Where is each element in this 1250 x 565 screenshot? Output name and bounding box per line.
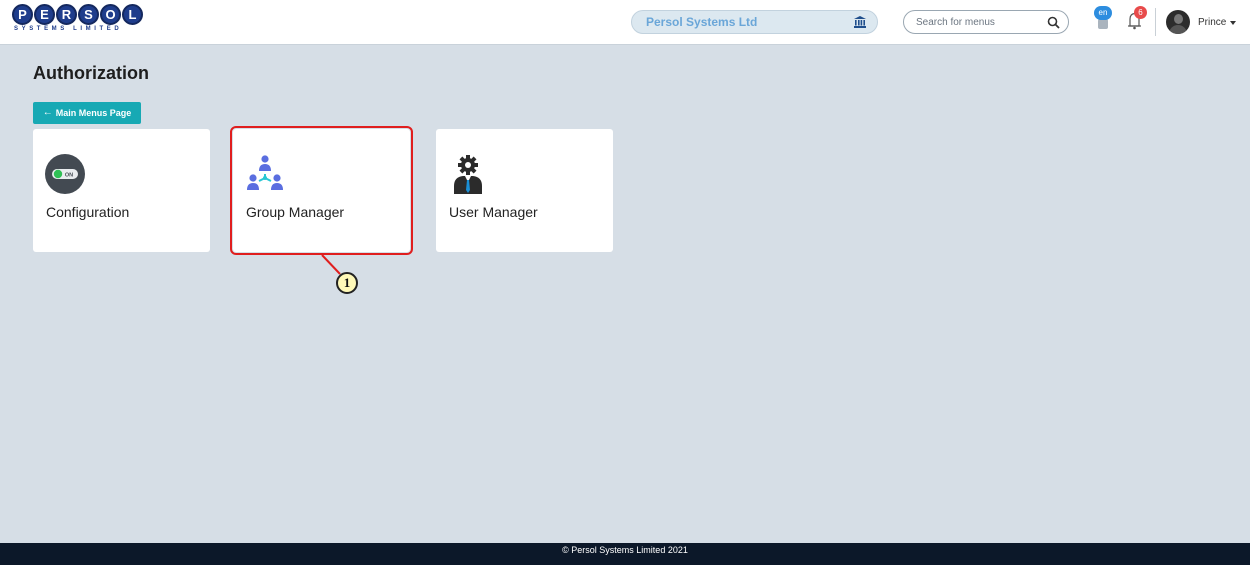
- logo-letter: P: [12, 4, 33, 25]
- main-menus-page-button[interactable]: ← Main Menus Page: [33, 102, 141, 124]
- user-manager-label: User Manager: [449, 204, 538, 220]
- bank-icon: [854, 16, 866, 28]
- user-gear-icon: [454, 155, 482, 194]
- callout-connector: [321, 254, 341, 275]
- group-manager-card[interactable]: Group Manager: [230, 126, 413, 255]
- logo-letter: R: [56, 4, 77, 25]
- logo-subtitle: SYSTEMS LIMITED: [14, 26, 123, 32]
- user-menu[interactable]: Prince: [1166, 10, 1246, 36]
- notifications-button[interactable]: 6: [1124, 6, 1148, 32]
- logo-letter: L: [122, 4, 143, 25]
- search-icon[interactable]: [1047, 16, 1060, 29]
- configuration-card[interactable]: ON Configuration: [33, 129, 210, 252]
- user-manager-card[interactable]: User Manager: [436, 129, 613, 252]
- configuration-label: Configuration: [46, 204, 130, 220]
- company-selector[interactable]: Persol Systems Ltd: [631, 10, 878, 34]
- avatar: [1166, 10, 1190, 34]
- group-network-icon: [247, 155, 283, 190]
- main-menus-page-label: Main Menus Page: [55, 108, 132, 118]
- translate-icon: [1098, 19, 1108, 29]
- top-navbar: P E R S O L SYSTEMS LIMITED Persol Syste…: [0, 0, 1250, 45]
- language-button[interactable]: en: [1092, 6, 1114, 32]
- logo-letter: E: [34, 4, 55, 25]
- group-manager-label: Group Manager: [246, 204, 345, 220]
- company-name: Persol Systems Ltd: [646, 15, 758, 29]
- toggle-on-icon: ON: [45, 154, 85, 194]
- persol-logo[interactable]: P E R S O L SYSTEMS LIMITED: [12, 4, 162, 38]
- caret-down-icon: [1230, 21, 1236, 25]
- footer: © Persol Systems Limited 2021: [0, 543, 1250, 565]
- notification-count-badge: 6: [1134, 6, 1147, 19]
- callout-badge: 1: [336, 272, 358, 294]
- arrow-left-icon: ←: [42, 107, 53, 118]
- navbar-divider: [1155, 8, 1156, 36]
- page-title: Authorization: [33, 63, 149, 83]
- menu-search: [903, 10, 1069, 34]
- logo-letters: P E R S O L: [12, 4, 162, 25]
- logo-letter: O: [100, 4, 121, 25]
- user-name: Prince: [1198, 17, 1227, 28]
- language-badge: en: [1094, 6, 1112, 20]
- logo-letter: S: [78, 4, 99, 25]
- search-input[interactable]: [916, 15, 1036, 29]
- toggle-text: ON: [65, 172, 73, 178]
